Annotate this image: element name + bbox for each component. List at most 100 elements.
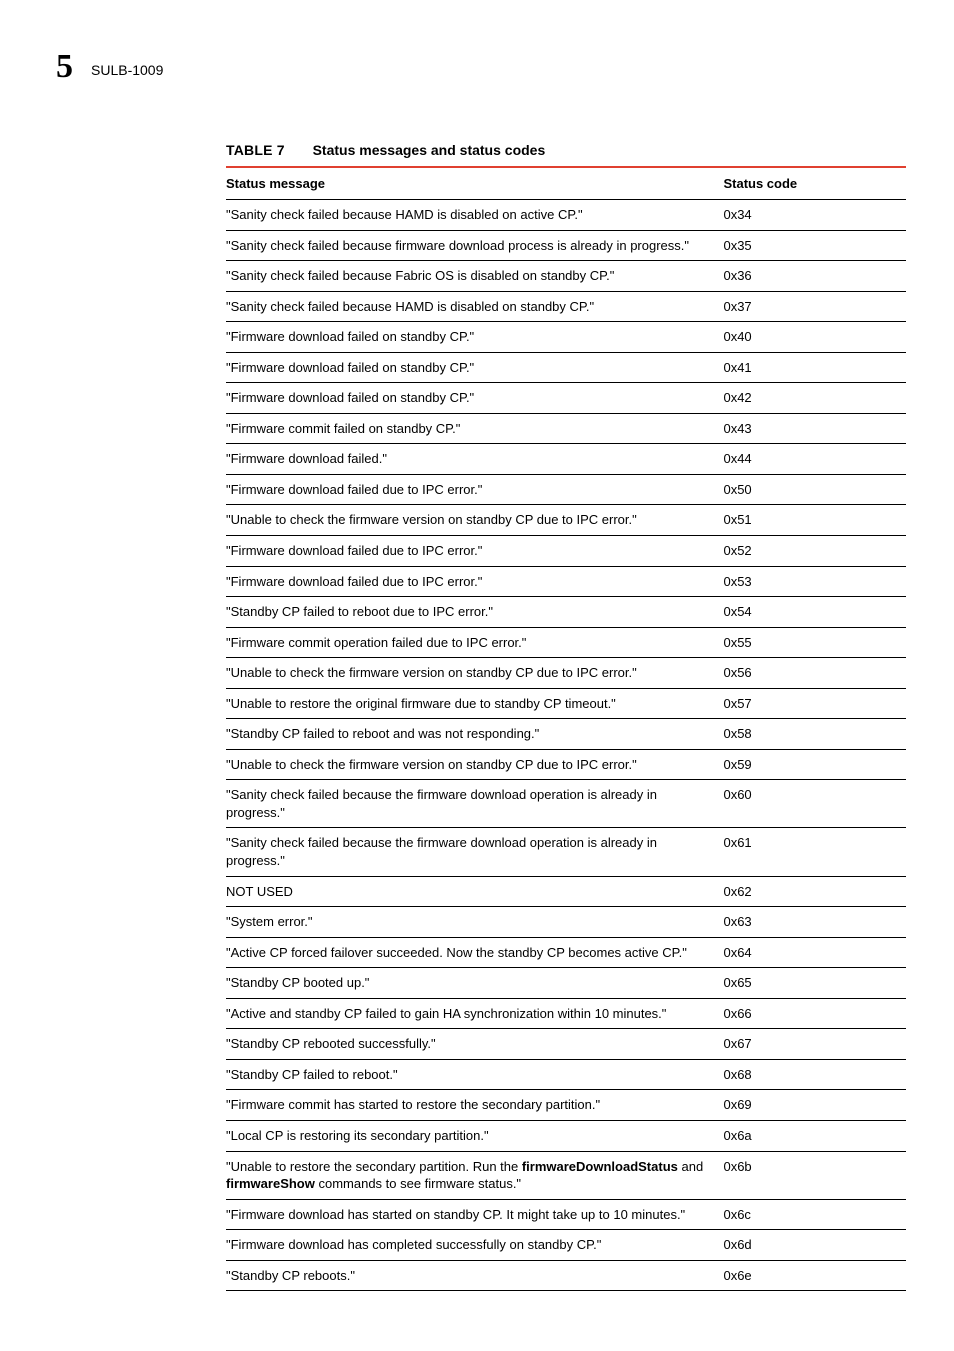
cell-code: 0x6c	[723, 1199, 906, 1230]
page: 5 SULB-1009 TABLE 7 Status messages and …	[0, 0, 954, 1351]
cell-message: "Firmware download has started on standb…	[226, 1199, 723, 1230]
cell-code: 0x69	[723, 1090, 906, 1121]
cell-code: 0x41	[723, 352, 906, 383]
cell-code: 0x55	[723, 627, 906, 658]
table-row: "Sanity check failed because firmware do…	[226, 230, 906, 261]
table-row: "Unable to check the firmware version on…	[226, 658, 906, 689]
cell-code: 0x62	[723, 876, 906, 907]
cell-code: 0x6d	[723, 1230, 906, 1261]
table-row: "Unable to check the firmware version on…	[226, 505, 906, 536]
cell-message: "Sanity check failed because HAMD is dis…	[226, 200, 723, 231]
cell-message: "Firmware commit operation failed due to…	[226, 627, 723, 658]
status-table: Status message Status code "Sanity check…	[226, 166, 906, 1291]
cell-code: 0x6e	[723, 1260, 906, 1291]
table-title: Status messages and status codes	[313, 142, 546, 158]
cell-message: "Firmware download failed."	[226, 444, 723, 475]
cell-message: "Active CP forced failover succeeded. No…	[226, 937, 723, 968]
cell-message: "System error."	[226, 907, 723, 938]
cell-code: 0x54	[723, 597, 906, 628]
cell-message: "Unable to check the firmware version on…	[226, 505, 723, 536]
cell-message: "Unable to restore the secondary partiti…	[226, 1151, 723, 1199]
cell-message: "Firmware commit failed on standby CP."	[226, 413, 723, 444]
col-header-code: Status code	[723, 167, 906, 200]
cell-message: "Sanity check failed because the firmwar…	[226, 780, 723, 828]
cell-message: "Firmware download failed due to IPC err…	[226, 474, 723, 505]
cell-message: "Firmware download failed on standby CP.…	[226, 352, 723, 383]
table-row: "Firmware download failed on standby CP.…	[226, 383, 906, 414]
cell-code: 0x37	[723, 291, 906, 322]
cell-message: "Sanity check failed because HAMD is dis…	[226, 291, 723, 322]
table-row: "Standby CP failed to reboot."0x68	[226, 1059, 906, 1090]
cell-message: "Firmware commit has started to restore …	[226, 1090, 723, 1121]
table-row: "Standby CP failed to reboot due to IPC …	[226, 597, 906, 628]
table-row: "Firmware download has started on standb…	[226, 1199, 906, 1230]
cell-message: "Active and standby CP failed to gain HA…	[226, 998, 723, 1029]
table-caption: TABLE 7 Status messages and status codes	[226, 142, 906, 158]
cell-message: "Firmware download failed on standby CP.…	[226, 322, 723, 353]
cell-message: "Unable to restore the original firmware…	[226, 688, 723, 719]
col-header-message: Status message	[226, 167, 723, 200]
cell-message: "Sanity check failed because the firmwar…	[226, 828, 723, 876]
cell-message: "Standby CP failed to reboot and was not…	[226, 719, 723, 750]
header-code: SULB-1009	[91, 62, 163, 78]
cell-code: 0x36	[723, 261, 906, 292]
cell-message: "Unable to check the firmware version on…	[226, 658, 723, 689]
cell-code: 0x61	[723, 828, 906, 876]
cell-message: "Local CP is restoring its secondary par…	[226, 1120, 723, 1151]
cell-code: 0x63	[723, 907, 906, 938]
page-header: 5 SULB-1009	[56, 48, 898, 86]
table-row: "Standby CP rebooted successfully."0x67	[226, 1029, 906, 1060]
table-row: "Standby CP reboots."0x6e	[226, 1260, 906, 1291]
table-wrap: TABLE 7 Status messages and status codes…	[226, 142, 906, 1291]
table-row: "Firmware download failed due to IPC err…	[226, 536, 906, 567]
table-row: "Unable to check the firmware version on…	[226, 749, 906, 780]
cell-message: "Unable to check the firmware version on…	[226, 749, 723, 780]
table-row: "Sanity check failed because the firmwar…	[226, 828, 906, 876]
table-row: "Active CP forced failover succeeded. No…	[226, 937, 906, 968]
cell-message: NOT USED	[226, 876, 723, 907]
table-row: "Standby CP failed to reboot and was not…	[226, 719, 906, 750]
cell-message: "Standby CP failed to reboot due to IPC …	[226, 597, 723, 628]
cell-code: 0x66	[723, 998, 906, 1029]
cell-code: 0x60	[723, 780, 906, 828]
cell-code: 0x6a	[723, 1120, 906, 1151]
cell-message: "Sanity check failed because firmware do…	[226, 230, 723, 261]
cell-code: 0x51	[723, 505, 906, 536]
table-row: "Local CP is restoring its secondary par…	[226, 1120, 906, 1151]
cell-message: "Standby CP booted up."	[226, 968, 723, 999]
table-row: "System error."0x63	[226, 907, 906, 938]
table-row: "Sanity check failed because HAMD is dis…	[226, 200, 906, 231]
cell-code: 0x68	[723, 1059, 906, 1090]
table-row: "Firmware download failed on standby CP.…	[226, 322, 906, 353]
cell-message: "Firmware download has completed success…	[226, 1230, 723, 1261]
cell-code: 0x65	[723, 968, 906, 999]
cell-code: 0x52	[723, 536, 906, 567]
table-row: "Firmware commit failed on standby CP."0…	[226, 413, 906, 444]
cell-code: 0x50	[723, 474, 906, 505]
cell-code: 0x59	[723, 749, 906, 780]
cell-message: "Standby CP reboots."	[226, 1260, 723, 1291]
cell-message: "Firmware download failed on standby CP.…	[226, 383, 723, 414]
cell-message: "Sanity check failed because Fabric OS i…	[226, 261, 723, 292]
chapter-number: 5	[56, 48, 73, 86]
cell-message: "Standby CP failed to reboot."	[226, 1059, 723, 1090]
cell-code: 0x40	[723, 322, 906, 353]
cell-code: 0x42	[723, 383, 906, 414]
cell-code: 0x6b	[723, 1151, 906, 1199]
table-row: "Firmware download failed on standby CP.…	[226, 352, 906, 383]
table-row: "Firmware download has completed success…	[226, 1230, 906, 1261]
table-row: "Firmware commit operation failed due to…	[226, 627, 906, 658]
cell-code: 0x67	[723, 1029, 906, 1060]
cell-code: 0x34	[723, 200, 906, 231]
table-header-row: Status message Status code	[226, 167, 906, 200]
table-row: "Firmware download failed due to IPC err…	[226, 566, 906, 597]
table-row: "Sanity check failed because HAMD is dis…	[226, 291, 906, 322]
table-row: "Firmware download failed due to IPC err…	[226, 474, 906, 505]
cell-code: 0x58	[723, 719, 906, 750]
cell-code: 0x64	[723, 937, 906, 968]
cell-code: 0x57	[723, 688, 906, 719]
cell-code: 0x43	[723, 413, 906, 444]
cell-code: 0x44	[723, 444, 906, 475]
table-label: TABLE 7	[226, 142, 285, 158]
table-row: "Sanity check failed because Fabric OS i…	[226, 261, 906, 292]
